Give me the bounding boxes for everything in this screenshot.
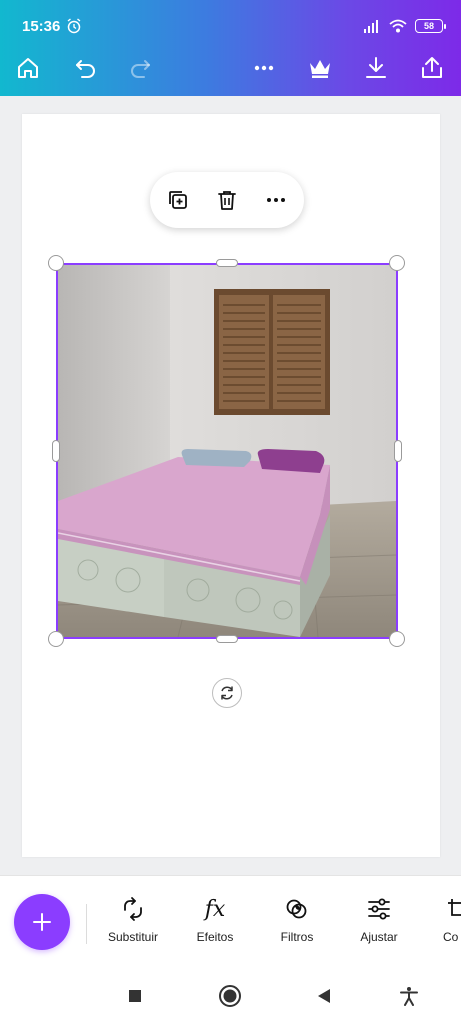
resize-handle-top[interactable] xyxy=(216,259,238,267)
system-navigation-bar xyxy=(0,968,461,1024)
battery-icon: 58 xyxy=(415,19,446,33)
status-bar: 15:36 58 xyxy=(0,0,461,48)
resize-handle-bottom-right[interactable] xyxy=(389,631,405,647)
plus-icon xyxy=(33,913,51,931)
tool-ajustar[interactable]: Ajustar xyxy=(339,894,419,954)
selected-photo[interactable] xyxy=(56,263,398,639)
status-time: 15:36 xyxy=(22,18,61,35)
accessibility-button[interactable] xyxy=(397,984,421,1008)
adjust-icon xyxy=(368,898,390,920)
home-button[interactable] xyxy=(12,52,44,84)
delete-icon xyxy=(218,191,236,210)
download-icon xyxy=(366,57,386,78)
alarm-icon xyxy=(67,18,81,34)
resize-handle-bottom-left[interactable] xyxy=(48,631,64,647)
back-button[interactable] xyxy=(312,984,336,1008)
home-icon xyxy=(18,58,38,78)
tool-label: Filtros xyxy=(280,930,314,944)
resize-handle-top-right[interactable] xyxy=(389,255,405,271)
duplicate-icon xyxy=(169,191,187,209)
toolbar-divider xyxy=(86,904,87,944)
add-element-button[interactable] xyxy=(14,894,70,950)
tool-filtros[interactable]: Filtros xyxy=(257,894,337,954)
tool-label: Ajustar xyxy=(360,930,398,944)
element-context-menu xyxy=(150,172,304,228)
home-circle-icon xyxy=(219,985,241,1007)
battery-level: 58 xyxy=(423,21,434,31)
fx-icon: fx xyxy=(204,896,226,922)
more-options-button[interactable] xyxy=(248,52,280,84)
more-icon xyxy=(267,198,285,202)
editor-toolbar xyxy=(0,48,461,88)
tool-label: Co xyxy=(443,930,459,944)
share-button[interactable] xyxy=(416,52,448,84)
rotate-handle[interactable] xyxy=(212,678,242,708)
resize-handle-top-left[interactable] xyxy=(48,255,64,271)
tool-efeitos[interactable]: fx Efeitos xyxy=(175,894,255,954)
resize-handle-left[interactable] xyxy=(52,440,60,462)
recents-button[interactable] xyxy=(123,984,147,1008)
delete-button[interactable] xyxy=(211,184,243,216)
more-icon xyxy=(254,65,274,71)
redo-icon xyxy=(131,60,150,78)
top-app-bar: 15:36 58 xyxy=(0,0,461,96)
share-icon xyxy=(422,57,442,78)
recents-icon xyxy=(129,990,141,1002)
download-button[interactable] xyxy=(360,52,392,84)
replace-icon xyxy=(124,897,142,921)
resize-handle-right[interactable] xyxy=(394,440,402,462)
crop-icon xyxy=(448,899,461,916)
bedroom-photo xyxy=(58,265,396,637)
status-icons: 58 xyxy=(363,18,446,34)
resize-handle-bottom[interactable] xyxy=(216,635,238,643)
tool-substituir[interactable]: Substituir xyxy=(93,894,173,954)
undo-icon xyxy=(76,60,95,78)
premium-button[interactable] xyxy=(304,52,336,84)
home-nav-button[interactable] xyxy=(218,984,242,1008)
tool-label: Substituir xyxy=(107,930,159,944)
rotate-icon xyxy=(221,686,233,700)
tool-crop-partial[interactable]: Co xyxy=(421,894,461,954)
filters-icon xyxy=(286,899,307,919)
undo-button[interactable] xyxy=(70,52,102,84)
wifi-icon xyxy=(389,19,407,33)
accessibility-icon xyxy=(400,987,418,1006)
crown-icon xyxy=(310,60,330,78)
redo-button[interactable] xyxy=(124,52,156,84)
duplicate-button[interactable] xyxy=(162,184,194,216)
element-more-button[interactable] xyxy=(260,184,292,216)
back-icon xyxy=(318,989,330,1003)
signal-icon xyxy=(364,20,378,33)
tool-label: Efeitos xyxy=(196,930,234,944)
bottom-toolbar: Substituir fx Efeitos Filtros Ajustar Co xyxy=(0,875,461,968)
